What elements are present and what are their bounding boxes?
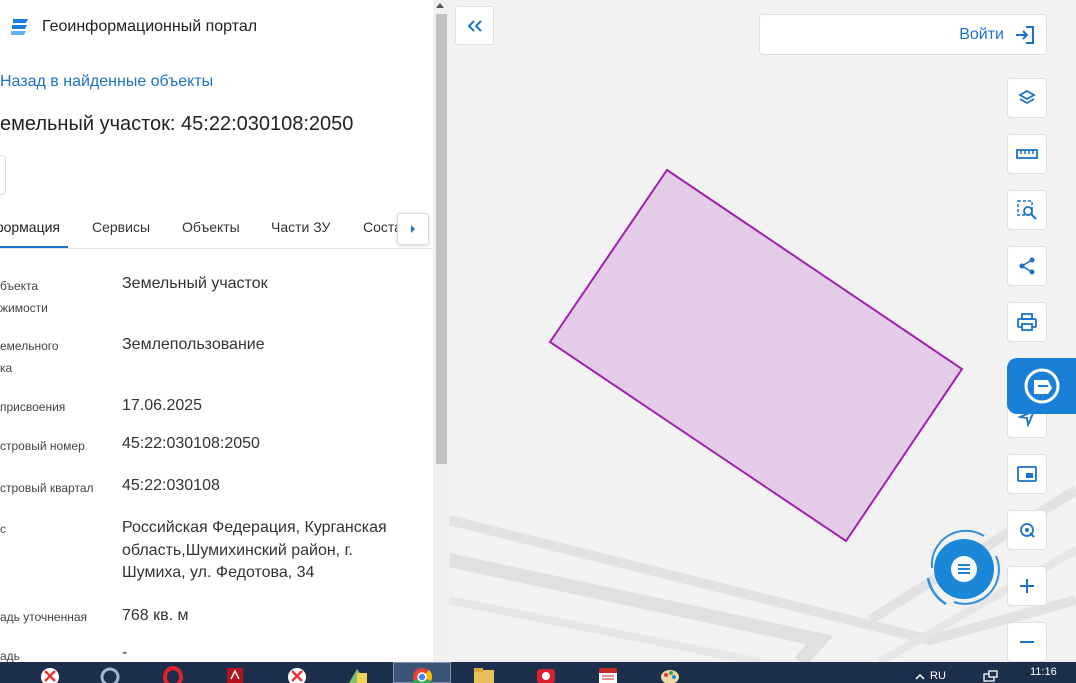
geolocate-icon (1020, 523, 1035, 538)
app-icon[interactable] (343, 665, 373, 683)
row-label: бъекта (0, 279, 39, 293)
feedback-tab[interactable] (1007, 358, 1076, 414)
tab-information[interactable]: формация (0, 205, 68, 248)
tab-services[interactable]: Сервисы (92, 205, 150, 248)
zoom-out-icon (1020, 641, 1034, 643)
share-button[interactable] (1007, 246, 1047, 286)
action-button[interactable] (0, 155, 6, 195)
row-value: Шумиха, ул. Федотова, 34 (122, 564, 315, 581)
scrollbar-thumb[interactable] (436, 14, 447, 464)
network-icon[interactable] (975, 665, 1005, 683)
back-to-results-link[interactable]: Назад в найденные объекты (0, 73, 213, 91)
print-button[interactable] (1007, 302, 1047, 342)
tabs-next-button[interactable] (397, 213, 429, 245)
row-value: Российская Федерация, Курганская (122, 519, 387, 536)
chevron-right-icon (411, 225, 415, 233)
row-label: стровый номер (0, 439, 85, 453)
layers-icon (1018, 89, 1036, 105)
row-value: 17.06.2025 (122, 397, 203, 414)
zoom-out-button[interactable] (1007, 622, 1047, 662)
geolocate-button[interactable] (1007, 510, 1047, 550)
ruler-icon (1016, 149, 1038, 159)
calendar-icon[interactable] (593, 665, 623, 683)
row-value: Землепользование (122, 336, 265, 353)
row-label: адь уточненная (0, 610, 88, 624)
row-value: область,Шумихинский район, г. (122, 542, 353, 559)
share-icon (1019, 257, 1035, 275)
chrome-icon[interactable] (407, 665, 437, 683)
row-label: присвоения (0, 400, 66, 414)
app-icon[interactable] (95, 665, 125, 683)
zoom-in-icon (1020, 579, 1034, 593)
row-value: 45:22:030108 (122, 477, 220, 494)
row-value: 768 кв. м (122, 607, 189, 624)
file-explorer-icon[interactable] (469, 665, 499, 683)
pdf-reader-icon[interactable] (220, 665, 250, 683)
scroll-up-arrow-icon[interactable] (436, 3, 444, 8)
minimap-button[interactable] (1007, 454, 1047, 494)
layers-button[interactable] (1007, 78, 1047, 118)
row-label: адь (0, 649, 20, 662)
tab-bar: формация Сервисы Объекты Части ЗУ Соста (0, 205, 433, 249)
login-label: Войти (959, 25, 1004, 43)
double-chevron-left-icon (467, 19, 482, 32)
row-value: 45:22:030108:2050 (122, 435, 260, 452)
yandex-browser-icon[interactable] (35, 665, 65, 683)
measure-button[interactable] (1007, 134, 1047, 174)
login-icon (1016, 25, 1034, 44)
row-label: стровый квартал (0, 481, 94, 495)
area-search-icon (1017, 200, 1037, 220)
row-value: Земельный участок (122, 275, 268, 292)
collapse-panel-button[interactable] (455, 6, 494, 45)
paint-icon[interactable] (655, 665, 685, 683)
row-value: - (122, 644, 128, 661)
row-label: емельного (0, 339, 59, 353)
portal-logo-icon (11, 19, 28, 35)
row-label: с (0, 522, 6, 536)
zoom-in-button[interactable] (1007, 566, 1047, 606)
login-button[interactable]: Войти (759, 14, 1047, 55)
app-icon[interactable] (531, 665, 561, 683)
minimap-icon (1017, 466, 1037, 482)
tray-clock[interactable]: 11:16 (1030, 666, 1057, 678)
tab-parts[interactable]: Части ЗУ (271, 205, 330, 248)
opera-icon[interactable] (158, 665, 188, 683)
tab-objects[interactable]: Объекты (182, 205, 240, 248)
object-title: емельный участок: 45:22:030108:2050 (0, 113, 354, 135)
area-search-button[interactable] (1007, 190, 1047, 230)
yandex-icon[interactable] (282, 665, 312, 683)
row-label: ка (0, 361, 13, 375)
chat-icon (951, 556, 977, 582)
feedback-icon (1024, 368, 1059, 404)
row-label: жимости (0, 301, 48, 315)
parcel-polygon[interactable] (548, 168, 964, 543)
portal-header[interactable]: Геоинформационный портал (8, 14, 257, 40)
chat-button[interactable] (934, 539, 994, 599)
tray-language[interactable]: RU (930, 670, 946, 682)
print-icon (1017, 313, 1037, 331)
info-panel: Геоинформационный портал Назад в найденн… (0, 0, 433, 662)
portal-title: Геоинформационный портал (42, 18, 258, 35)
